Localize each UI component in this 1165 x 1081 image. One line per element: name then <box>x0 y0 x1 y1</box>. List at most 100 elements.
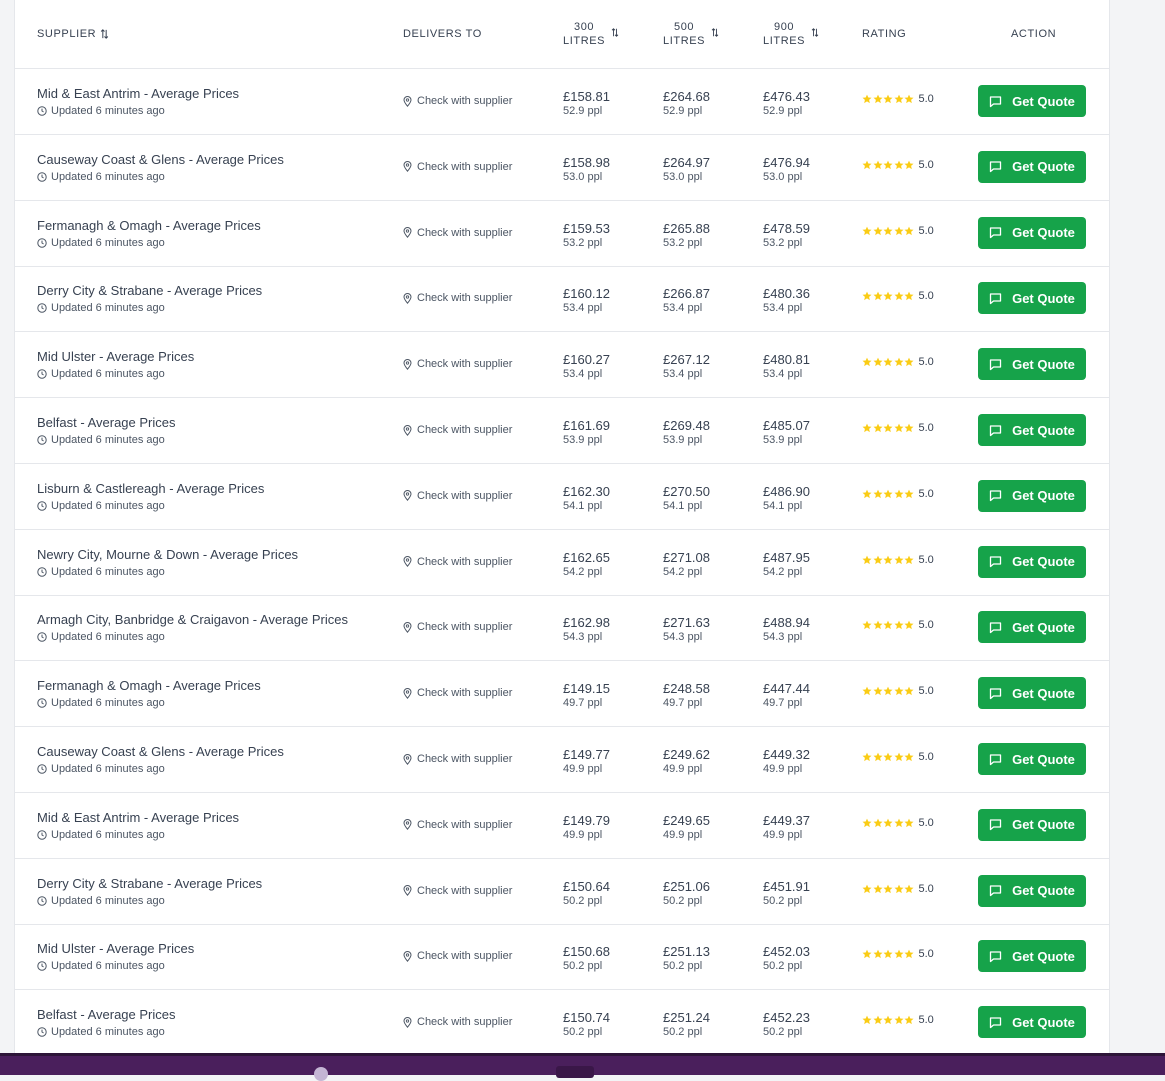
star-icon <box>883 423 893 433</box>
get-quote-button[interactable]: Get Quote <box>978 611 1086 644</box>
star-icon <box>862 1015 872 1025</box>
rating-value: 5.0 <box>918 816 934 829</box>
get-quote-button[interactable]: Get Quote <box>978 545 1086 578</box>
star-icon <box>862 489 872 498</box>
delivers-text: Check with supplier <box>417 160 513 173</box>
table-row: Mid & East Antrim - Average Prices Update… <box>15 793 1109 859</box>
price-900-litres: £480.36 <box>763 286 810 302</box>
price-500-litres: £251.06 <box>663 878 710 894</box>
ppl-500-litres: 52.9 ppl <box>663 105 703 117</box>
action-header-label: ACTION <box>1011 28 1057 40</box>
supplier-name: Mid Ulster - Average Prices <box>37 349 195 365</box>
star-icon <box>873 94 882 104</box>
star-icon <box>894 686 903 696</box>
price-900-litres: £485.07 <box>763 418 810 433</box>
star-rating <box>862 818 915 828</box>
supplier-name: Lisburn & Castlereagh - Average Prices <box>37 480 265 496</box>
get-quote-button[interactable]: Get Quote <box>978 216 1086 249</box>
delivers-text: Check with supplier <box>417 424 513 436</box>
rating-value: 5.0 <box>918 158 934 171</box>
rating-value: 5.0 <box>918 882 934 895</box>
clock-icon <box>37 698 47 708</box>
get-quote-button[interactable]: Get Quote <box>978 940 1086 973</box>
rating-value: 5.0 <box>918 422 934 434</box>
star-icon <box>904 94 914 104</box>
price-300-litres: £158.81 <box>563 89 610 104</box>
price-900-litres: £449.32 <box>763 747 810 762</box>
delivers-text: Check with supplier <box>417 818 513 831</box>
rating: 5.0 <box>862 685 934 697</box>
ppl-500-litres: 50.2 ppl <box>663 894 703 907</box>
ppl-500-litres: 50.2 ppl <box>663 960 703 973</box>
star-icon <box>904 291 914 301</box>
updated-time: Updated 6 minutes ago <box>37 960 165 972</box>
chat-bubble-icon <box>989 95 1002 107</box>
get-quote-button[interactable]: Get Quote <box>978 874 1086 907</box>
get-quote-button[interactable]: Get Quote <box>978 348 1086 381</box>
rating-column-header: RATING <box>862 0 906 68</box>
star-rating <box>862 1015 915 1025</box>
get-quote-button[interactable]: Get Quote <box>978 150 1086 183</box>
updated-text: Updated 6 minutes ago <box>51 828 165 841</box>
star-icon <box>883 1015 893 1025</box>
map-pin-icon <box>403 292 412 304</box>
star-rating <box>862 489 915 499</box>
price-300-litres: £160.27 <box>563 352 610 368</box>
table-row: Mid Ulster - Average Prices Updated 6 min… <box>15 924 1109 991</box>
star-icon <box>894 1015 903 1025</box>
price-500-litres: £264.68 <box>663 89 710 104</box>
get-quote-button[interactable]: Get Quote <box>978 808 1086 841</box>
updated-time: Updated 6 minutes ago <box>37 631 165 643</box>
get-quote-button[interactable]: Get Quote <box>978 677 1086 710</box>
updated-time: Updated 6 minutes ago <box>37 105 165 117</box>
get-quote-button[interactable]: Get Quote <box>978 479 1086 512</box>
delivers-text: Check with supplier <box>417 621 513 634</box>
star-icon <box>873 423 882 433</box>
price-500-litres: £264.97 <box>663 154 710 170</box>
star-icon <box>883 226 893 235</box>
taskbar-app-icon[interactable] <box>556 1066 594 1078</box>
get-quote-button[interactable]: Get Quote <box>978 1006 1086 1039</box>
star-icon <box>883 818 893 827</box>
ppl-300-litres: 54.2 ppl <box>563 565 603 578</box>
price-900-litres: £478.59 <box>763 220 810 236</box>
supplier-name: Mid & East Antrim - Average Prices <box>37 86 240 101</box>
sort-arrows-icon[interactable] <box>611 28 619 37</box>
sort-arrows-icon[interactable] <box>100 29 109 39</box>
star-icon <box>883 555 893 564</box>
star-icon <box>873 752 882 762</box>
table-row: Armagh City, Banbridge & Craigavon - Ave… <box>15 595 1109 662</box>
star-icon <box>904 1015 914 1025</box>
map-pin-icon <box>403 358 412 370</box>
col-500-header[interactable]: 500 LITRES <box>663 0 705 68</box>
rating-value: 5.0 <box>918 553 934 566</box>
sort-arrows-icon[interactable] <box>811 28 819 37</box>
supplier-column-header[interactable]: SUPPLIER <box>37 0 109 68</box>
supplier-name: Causeway Coast & Glens - Average Prices <box>37 151 284 167</box>
star-icon <box>894 949 903 959</box>
rating: 5.0 <box>862 422 934 434</box>
sort-arrows-icon[interactable] <box>711 28 719 37</box>
chat-bubble-icon <box>989 1017 1002 1028</box>
taskbar-app-icon[interactable] <box>314 1067 328 1081</box>
delivers-to: Check with supplier <box>403 1016 512 1028</box>
get-quote-button[interactable]: Get Quote <box>978 282 1086 315</box>
table-row: Causeway Coast & Glens - Average Prices U… <box>15 135 1109 201</box>
get-quote-label: Get Quote <box>1012 225 1075 241</box>
col-900-header[interactable]: 900 LITRES <box>763 0 805 68</box>
get-quote-button[interactable]: Get Quote <box>978 85 1086 117</box>
star-icon <box>883 752 893 762</box>
ppl-500-litres: 54.2 ppl <box>663 565 703 578</box>
updated-text: Updated 6 minutes ago <box>51 170 165 183</box>
supplier-name: Mid & East Antrim - Average Prices <box>37 809 240 825</box>
col-300-header-top: 300 <box>573 21 595 33</box>
col-300-header[interactable]: 300 LITRES <box>563 0 605 68</box>
rating: 5.0 <box>862 225 934 237</box>
supplier-name: Belfast - Average Prices <box>37 415 176 430</box>
table-header: SUPPLIER DELIVERS TO 300 LITRES 500 LITR… <box>15 0 1109 69</box>
get-quote-button[interactable]: Get Quote <box>978 743 1086 775</box>
get-quote-button[interactable]: Get Quote <box>978 414 1086 446</box>
rating: 5.0 <box>862 290 934 302</box>
star-rating <box>862 620 915 630</box>
get-quote-label: Get Quote <box>1012 488 1075 504</box>
